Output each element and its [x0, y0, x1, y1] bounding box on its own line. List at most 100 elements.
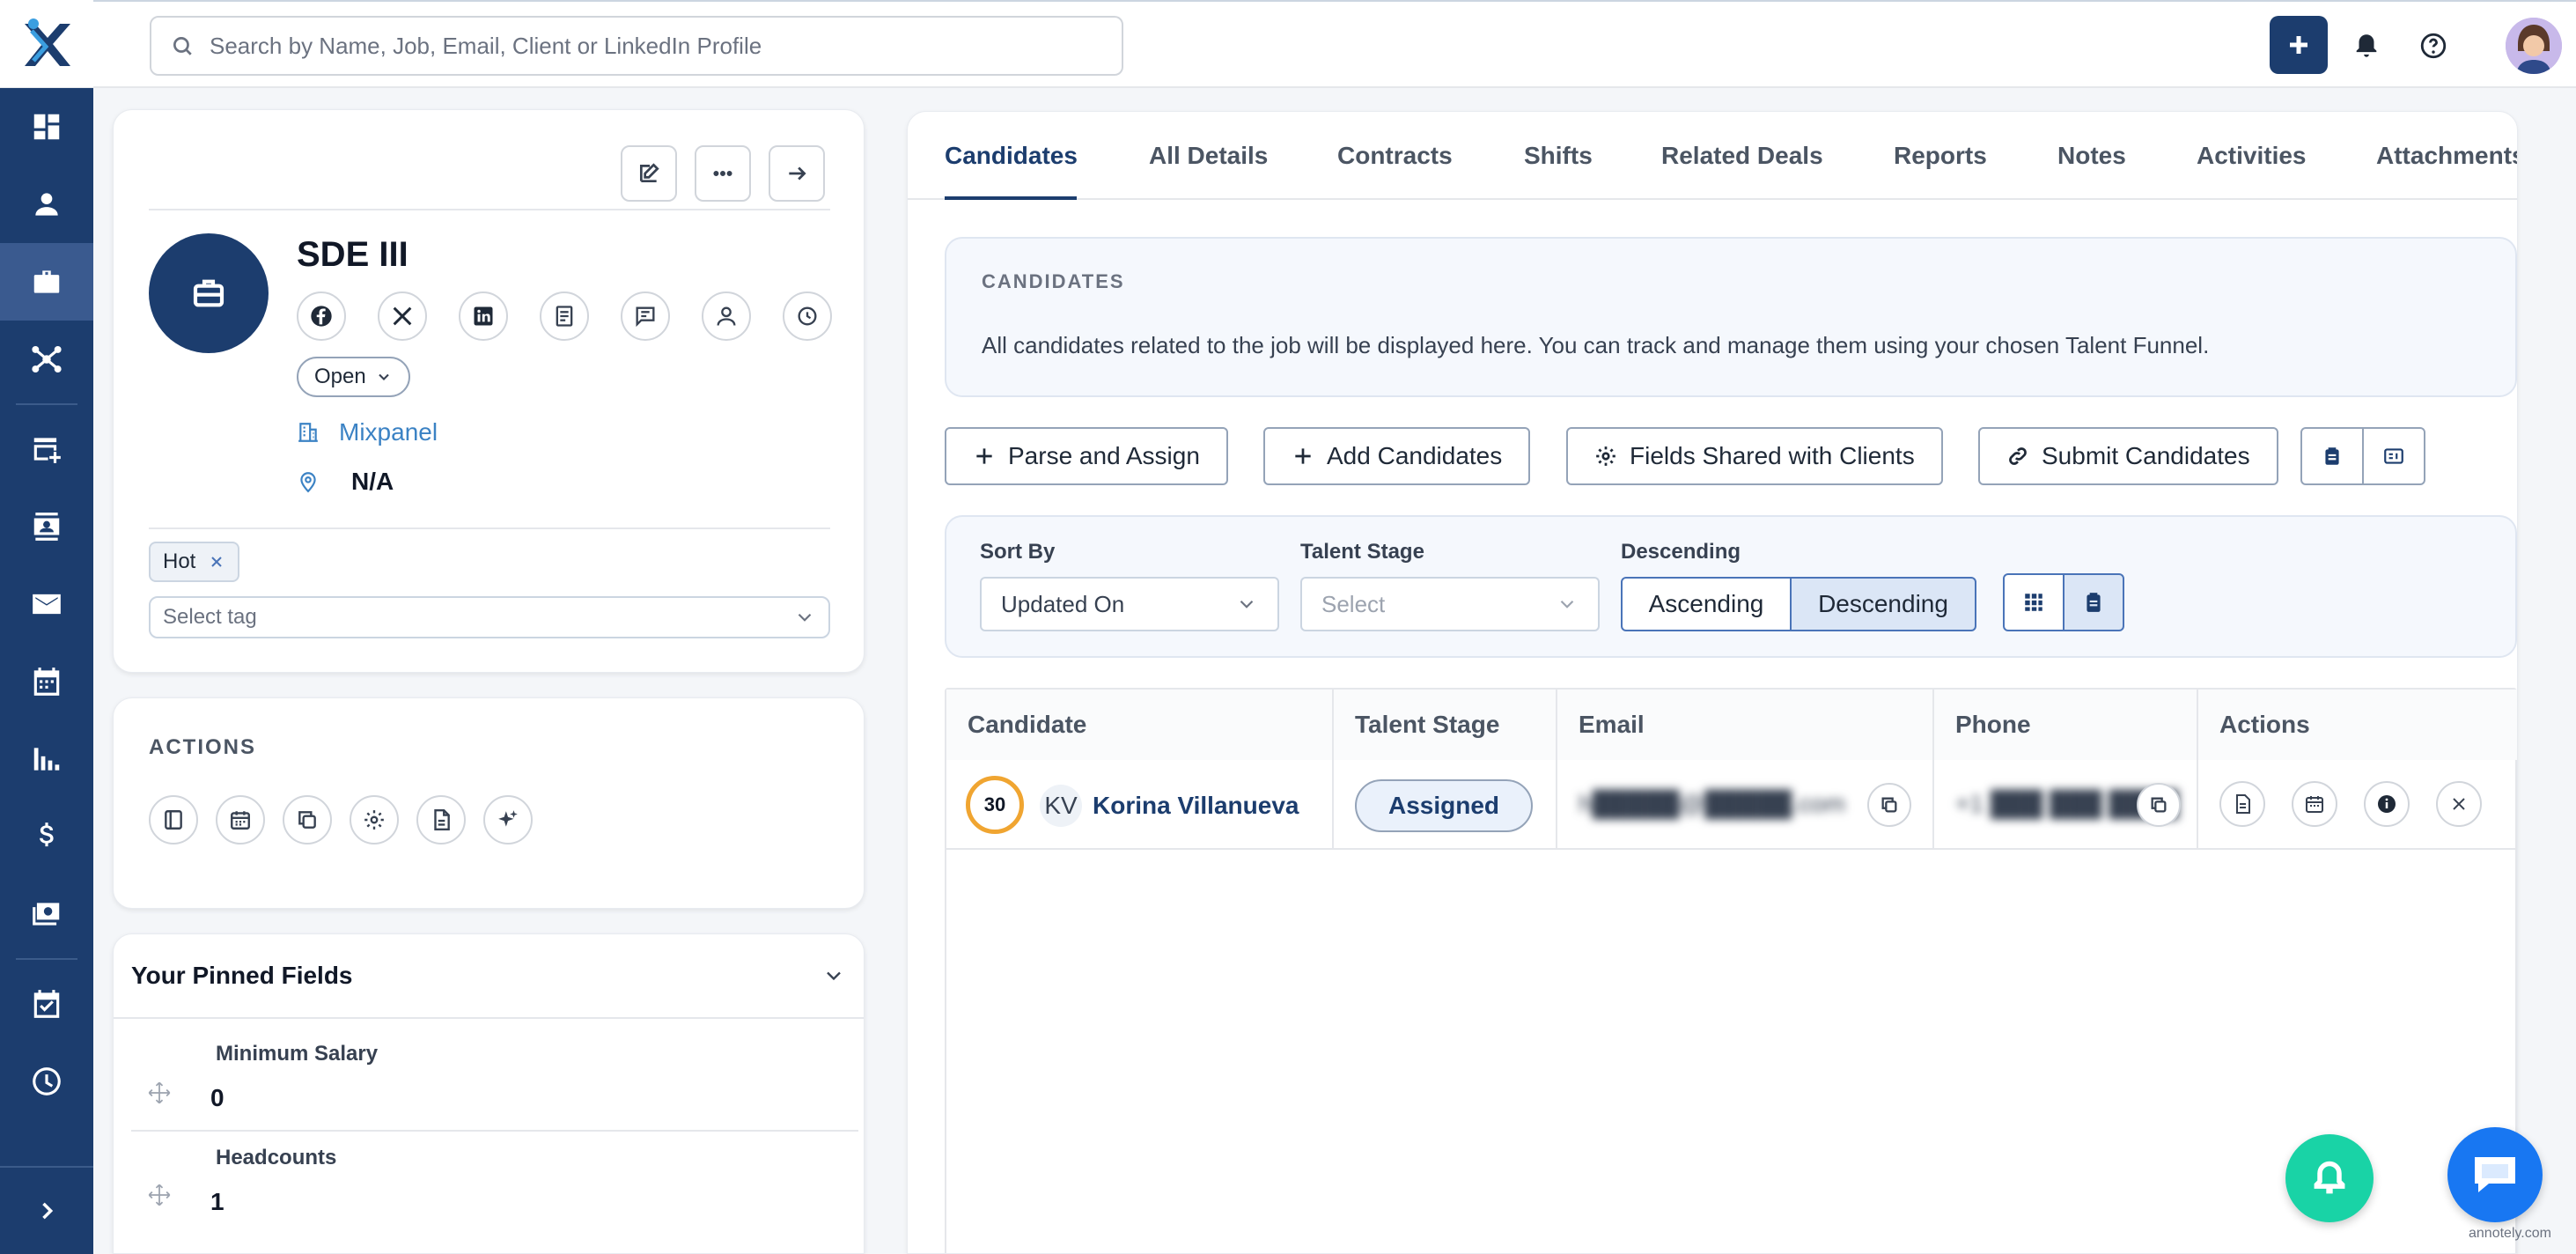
grid-view-button[interactable]: [2003, 573, 2064, 631]
message-link[interactable]: [621, 291, 670, 341]
building-icon: [298, 423, 318, 442]
copy-phone-button[interactable]: [2137, 783, 2181, 827]
history-link[interactable]: [783, 291, 832, 341]
copy-email-button[interactable]: [1867, 783, 1911, 827]
table-row[interactable]: 30 KV Korina Villanueva Assigned h█████@…: [946, 760, 2515, 850]
client-name: Mixpanel: [339, 418, 438, 446]
sidebar-item-contacts[interactable]: [0, 488, 93, 565]
pinned-field-row: Minimum Salary 0: [131, 1029, 858, 1132]
id-card-icon: [2384, 448, 2403, 464]
schedule-action-button[interactable]: [216, 795, 265, 845]
sidebar-item-jobs[interactable]: [0, 243, 93, 321]
user-avatar[interactable]: [2506, 18, 2562, 74]
plus-icon: [976, 448, 992, 464]
logo[interactable]: [0, 0, 93, 88]
remove-candidate-button[interactable]: [2436, 781, 2482, 827]
search-icon: [173, 36, 192, 55]
document-action-button[interactable]: [416, 795, 466, 845]
tab-reports[interactable]: Reports: [1894, 142, 1987, 170]
submit-candidates-button[interactable]: Submit Candidates: [1978, 427, 2278, 485]
clipboard-view-button[interactable]: [2300, 427, 2364, 485]
job-status-dropdown[interactable]: Open: [297, 357, 410, 397]
bell-icon: [2356, 34, 2377, 57]
sidebar-item-tasks[interactable]: [0, 965, 93, 1043]
edit-button[interactable]: [621, 145, 677, 202]
info-icon: [2378, 795, 2396, 813]
sidebar-item-dashboard[interactable]: [0, 88, 93, 166]
settings-action-button[interactable]: [350, 795, 399, 845]
job-summary-card: SDE III Open Mixpanel N/A Hot Select tag: [113, 109, 865, 673]
select-tag-dropdown[interactable]: Select tag: [149, 596, 830, 638]
column-header-candidate[interactable]: Candidate: [946, 690, 1334, 760]
global-search[interactable]: [150, 16, 1123, 76]
sort-by-dropdown[interactable]: Updated On: [980, 577, 1279, 631]
column-header-email[interactable]: Email: [1557, 690, 1934, 760]
panel-action-button[interactable]: [149, 795, 198, 845]
candidates-table: Candidate Talent Stage Email Phone Actio…: [945, 688, 2517, 1253]
drag-handle-icon[interactable]: [147, 1183, 172, 1207]
remove-tag-icon[interactable]: [208, 553, 225, 571]
tab-notes[interactable]: Notes: [2057, 142, 2126, 170]
owner-link[interactable]: [702, 291, 751, 341]
sidebar-item-calendar[interactable]: [0, 643, 93, 720]
view-resume-button[interactable]: [2219, 781, 2265, 827]
duplicate-action-button[interactable]: [283, 795, 332, 845]
help-button[interactable]: [2414, 26, 2453, 65]
tab-related-deals[interactable]: Related Deals: [1661, 142, 1823, 170]
talent-stage-dropdown[interactable]: Select: [1300, 577, 1600, 631]
sidebar-item-payroll[interactable]: [0, 875, 93, 953]
gear-icon: [364, 810, 384, 830]
client-link[interactable]: Mixpanel: [297, 418, 438, 446]
sidebar-item-mail[interactable]: [0, 565, 93, 643]
tags-divider: [149, 527, 830, 529]
parse-and-assign-button[interactable]: Parse and Assign: [945, 427, 1228, 485]
x-twitter-link[interactable]: [378, 291, 427, 341]
tab-attachments[interactable]: Attachments: [2376, 142, 2517, 170]
more-options-button[interactable]: [695, 145, 751, 202]
chevron-down-icon: [1560, 600, 1574, 609]
chat-support-fab[interactable]: [2447, 1127, 2543, 1222]
job-detail-panel: Candidates All Details Contracts Shifts …: [907, 111, 2518, 1254]
task-icon: [33, 990, 60, 1018]
search-input[interactable]: [210, 32, 1090, 60]
notifications-button[interactable]: [2347, 26, 2386, 65]
add-new-button[interactable]: [2270, 16, 2328, 74]
sidebar-item-store-add[interactable]: [0, 410, 93, 488]
parse-and-assign-label: Parse and Assign: [1008, 442, 1200, 469]
facebook-link[interactable]: [297, 291, 346, 341]
sidebar-item-candidates[interactable]: [0, 166, 93, 243]
column-header-talent-stage[interactable]: Talent Stage: [1334, 690, 1557, 760]
list-view-button[interactable]: [2063, 573, 2124, 631]
clipboard-icon: [2325, 447, 2339, 465]
candidate-name-link[interactable]: Korina Villanueva: [1093, 792, 1299, 820]
talent-stage-badge[interactable]: Assigned: [1355, 779, 1534, 832]
descending-toggle[interactable]: Descending: [1790, 577, 1976, 631]
sidebar-expand-button[interactable]: [0, 1166, 93, 1254]
job-description-link[interactable]: [540, 291, 589, 341]
card-view-button[interactable]: [2362, 427, 2425, 485]
tab-shifts[interactable]: Shifts: [1524, 142, 1593, 170]
candidate-info-button[interactable]: [2364, 781, 2410, 827]
tab-candidates[interactable]: Candidates: [945, 142, 1078, 170]
schedule-interview-button[interactable]: [2292, 781, 2337, 827]
ascending-toggle[interactable]: Ascending: [1621, 577, 1792, 631]
add-candidates-button[interactable]: Add Candidates: [1263, 427, 1531, 485]
column-header-phone[interactable]: Phone: [1934, 690, 2198, 760]
pinned-fields-header[interactable]: Your Pinned Fields: [114, 934, 864, 1019]
ai-action-button[interactable]: [483, 795, 533, 845]
tab-contracts[interactable]: Contracts: [1337, 142, 1453, 170]
sidebar-item-network[interactable]: [0, 321, 93, 398]
column-header-actions: Actions: [2198, 690, 2517, 760]
sidebar-item-time[interactable]: [0, 1043, 93, 1120]
sidebar-item-analytics[interactable]: [0, 720, 93, 798]
open-record-button[interactable]: [769, 145, 825, 202]
pinned-field-row: Headcounts 1: [131, 1133, 858, 1236]
tab-all-details[interactable]: All Details: [1149, 142, 1268, 170]
notifications-fab[interactable]: [2285, 1134, 2374, 1222]
drag-handle-icon[interactable]: [147, 1081, 172, 1105]
sidebar-item-billing[interactable]: [0, 798, 93, 875]
fields-shared-button[interactable]: Fields Shared with Clients: [1566, 427, 1943, 485]
jobs-icon: [33, 270, 60, 293]
linkedin-link[interactable]: [459, 291, 508, 341]
tab-activities[interactable]: Activities: [2197, 142, 2307, 170]
